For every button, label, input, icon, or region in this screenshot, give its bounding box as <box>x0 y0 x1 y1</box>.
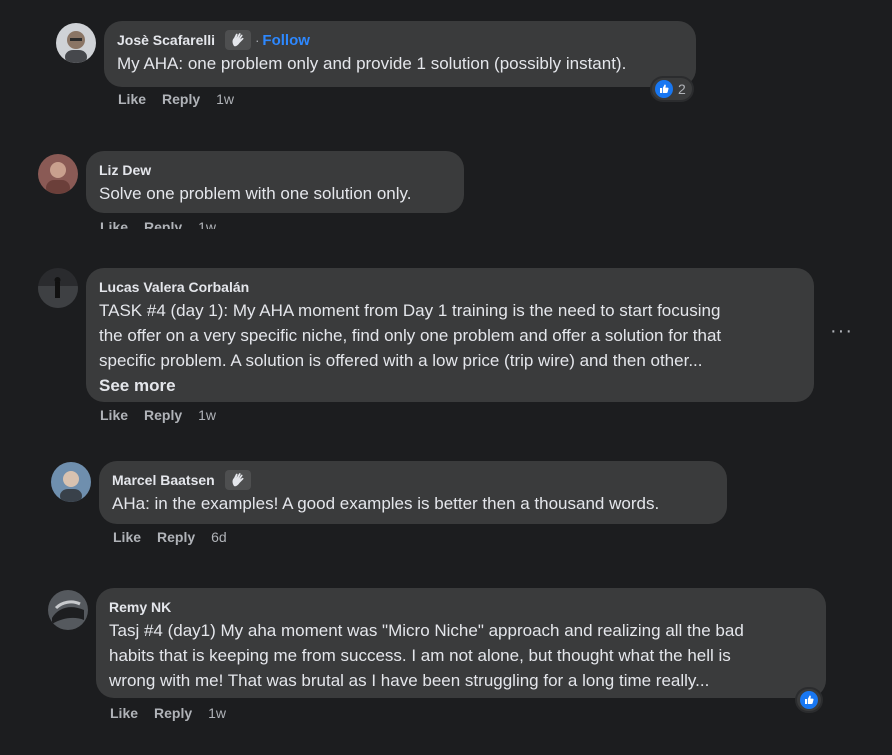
comment-author[interactable]: Josè Scafarelli <box>117 32 215 48</box>
avatar-jose[interactable] <box>56 23 96 63</box>
comment-bubble: Marcel Baatsen AHa: in the examples! A g… <box>99 461 727 524</box>
comment-text-line: TASK #4 (day 1): My AHA moment from Day … <box>99 301 721 320</box>
reply-button[interactable]: Reply <box>144 219 182 229</box>
like-reaction-icon <box>800 691 818 709</box>
see-more-link[interactable]: See more <box>99 373 801 398</box>
comment-bubble: Liz Dew Solve one problem with one solut… <box>86 151 464 213</box>
comment-author[interactable]: Marcel Baatsen <box>112 472 215 488</box>
waving-hand-icon[interactable] <box>224 470 251 490</box>
reaction-badge[interactable] <box>797 689 821 711</box>
comment-author[interactable]: Remy NK <box>109 599 171 615</box>
comment-text-line: Tasj #4 (day1) My aha moment was "Micro … <box>109 621 744 640</box>
comment-bubble: Remy NK Tasj #4 (day1) My aha moment was… <box>96 588 826 698</box>
comment-timestamp[interactable]: 1w <box>208 705 226 721</box>
comment-timestamp[interactable]: 1w <box>198 407 216 423</box>
reaction-count-badge[interactable]: 2 <box>652 78 692 100</box>
reply-button[interactable]: Reply <box>157 529 195 545</box>
comment-text: AHa: in the examples! A good examples is… <box>112 494 660 513</box>
comment-timestamp[interactable]: 1w <box>216 91 234 107</box>
comment-text: Solve one problem with one solution only… <box>99 184 412 203</box>
comment-actions: Like Reply 1w <box>100 407 216 423</box>
comment-text-line: habits that is keeping me from success. … <box>109 646 731 665</box>
comment-text-line: the offer on a very specific niche, find… <box>99 326 722 345</box>
like-button[interactable]: Like <box>100 407 128 423</box>
follow-button[interactable]: Follow <box>262 32 310 49</box>
like-button[interactable]: Like <box>118 91 146 107</box>
like-button[interactable]: Like <box>113 529 141 545</box>
reply-button[interactable]: Reply <box>144 407 182 423</box>
comment-text-line: wrong with me! That was brutal as I have… <box>109 671 710 690</box>
avatar-marcel[interactable] <box>51 462 91 502</box>
separator-dot: · <box>255 32 260 48</box>
like-reaction-icon <box>655 80 673 98</box>
reaction-count: 2 <box>678 81 686 97</box>
avatar-lucas[interactable] <box>38 268 78 308</box>
scroll-fade <box>0 0 892 14</box>
comment-author[interactable]: Lucas Valera Corbalán <box>99 279 249 295</box>
comment-text-line: specific problem. A solution is offered … <box>99 351 703 370</box>
comment-author[interactable]: Liz Dew <box>99 162 151 178</box>
reply-button[interactable]: Reply <box>162 91 200 107</box>
like-button[interactable]: Like <box>110 705 138 721</box>
comment-timestamp[interactable]: 6d <box>211 529 227 545</box>
avatar-liz[interactable] <box>38 154 78 194</box>
avatar-remy[interactable] <box>48 590 88 630</box>
comment-bubble: Josè Scafarelli · Follow My AHA: one pro… <box>104 21 696 87</box>
comment-actions: Like Reply 1w <box>110 705 226 721</box>
comment-timestamp[interactable]: 1w <box>198 219 216 229</box>
comment-actions: Like Reply 1w <box>100 219 216 229</box>
comments-panel: Josè Scafarelli · Follow My AHA: one pro… <box>0 0 892 755</box>
comment-actions: Like Reply 6d <box>113 529 227 545</box>
reply-button[interactable]: Reply <box>154 705 192 721</box>
comment-actions: Like Reply 1w <box>118 91 234 107</box>
more-options-icon[interactable]: ··· <box>830 320 853 343</box>
comment-bubble: Lucas Valera Corbalán TASK #4 (day 1): M… <box>86 268 814 402</box>
waving-hand-icon[interactable] <box>225 30 252 50</box>
comment-text: My AHA: one problem only and provide 1 s… <box>117 54 627 73</box>
like-button[interactable]: Like <box>100 219 128 229</box>
